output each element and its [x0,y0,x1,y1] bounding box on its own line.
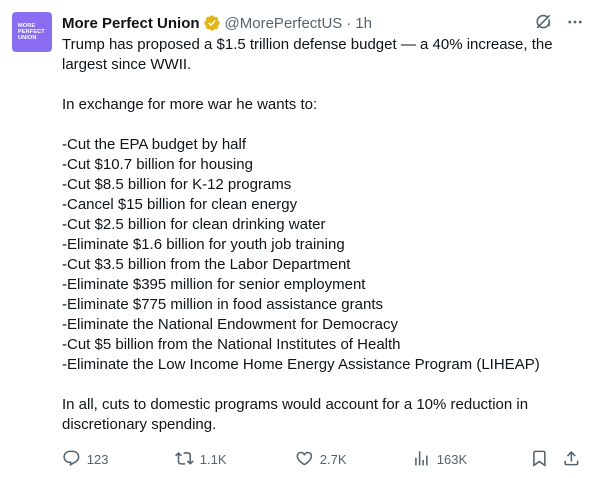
more-icon[interactable] [565,12,585,32]
views-button[interactable]: 163K [412,449,467,471]
reply-count: 123 [86,452,109,468]
avatar[interactable]: MORE PERFECT UNION [12,12,52,52]
like-count: 2.7K [319,452,347,468]
share-icon [562,449,581,471]
avatar-text-line: UNION [18,35,37,42]
tweet-line: -Cut $8.5 billion for K-12 programs [62,176,292,193]
bookmark-icon [530,449,549,471]
tweet-line: Trump has proposed a $1.5 trillion defen… [62,36,553,53]
heart-icon [295,449,314,471]
tweet-line: -Cut $10.7 billion for housing [62,156,253,173]
tweet-line: In all, cuts to domestic programs would … [62,396,529,413]
views-icon [412,449,431,471]
grok-icon[interactable] [533,12,553,32]
header-actions [533,12,585,32]
verified-badge-icon[interactable] [203,14,221,32]
tweet-line: -Cut $5 billion from the National Instit… [62,336,401,353]
tweet-line: -Eliminate the National Endowment for De… [62,316,398,333]
separator-dot: · [346,14,352,32]
share-button[interactable] [562,449,581,471]
views-count: 163K [436,452,468,468]
tweet: MORE PERFECT UNION More Perfect Union @M… [0,0,595,478]
reply-button[interactable]: 123 [62,449,108,471]
tweet-actions: 123 1.1K 2.7K 163K [60,449,590,471]
author-handle[interactable]: @MorePerfectUS [225,15,343,32]
tweet-line: -Cut $3.5 billion from the Labor Departm… [62,256,351,273]
tweet-line: In exchange for more war he wants to: [62,96,318,113]
tweet-line: largest since WWII. [62,56,192,73]
tweet-line: -Eliminate $1.6 billion for youth job tr… [62,236,345,253]
like-button[interactable]: 2.7K [295,449,347,471]
tweet-line: discretionary spending. [62,416,217,433]
tweet-line: -Eliminate $775 million in food assistan… [62,296,383,313]
repost-button[interactable]: 1.1K [175,449,227,471]
reply-icon [62,449,81,471]
tweet-line: -Eliminate $395 million for senior emplo… [62,276,366,293]
tweet-line: -Cut the EPA budget by half [62,136,247,153]
timestamp[interactable]: 1h [355,15,372,32]
author-name[interactable]: More Perfect Union [62,15,200,32]
tweet-line: -Eliminate the Low Income Home Energy As… [62,356,540,373]
tweet-line: -Cut $2.5 billion for clean drinking wat… [62,216,326,233]
repost-icon [175,449,194,471]
bookmark-button[interactable] [530,449,549,471]
tweet-header: More Perfect Union @MorePerfectUS · 1h [62,12,582,34]
tweet-text: Trump has proposed a $1.5 trillion defen… [62,35,584,435]
repost-count: 1.1K [199,452,227,468]
tweet-line: -Cancel $15 billion for clean energy [62,196,298,213]
